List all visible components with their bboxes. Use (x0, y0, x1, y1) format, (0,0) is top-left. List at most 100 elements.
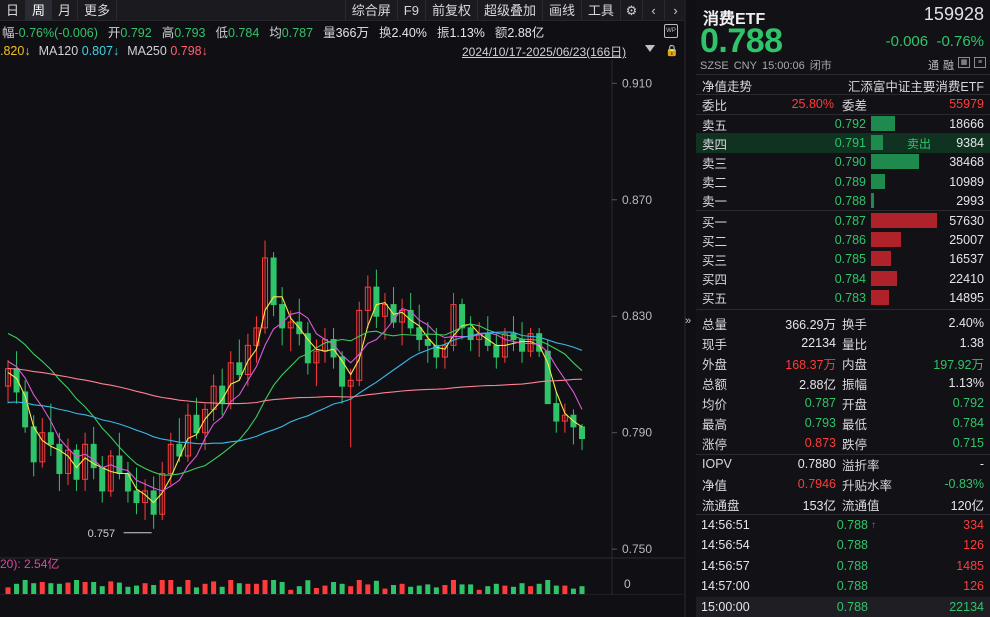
stat-value: 1.38 (960, 336, 984, 350)
sell-order-row[interactable]: 卖二0.78910989 (696, 172, 990, 192)
tick-time: 14:57:00 (701, 579, 750, 593)
order-level-label: 买二 (702, 231, 727, 250)
toolbar-button-4[interactable]: 画线 (542, 0, 581, 21)
quote-item: 量366万 (323, 22, 369, 40)
candle-body (468, 328, 473, 340)
sell-order-row[interactable]: 卖五0.79218666 (696, 114, 990, 134)
volume-bar (117, 583, 122, 594)
stat-row: 外盘168.37万内盘197.92万 (696, 353, 990, 373)
candle-body (134, 491, 139, 503)
order-level-label: 买五 (702, 288, 727, 307)
candle-body (237, 363, 242, 375)
toolbar-button-5[interactable]: 工具 (581, 0, 620, 21)
date-range-dropdown-icon[interactable] (645, 45, 655, 52)
quote-item: 换2.40% (379, 22, 427, 40)
volume-bar (391, 585, 396, 594)
stat-row: 总额2.88亿振幅1.13% (696, 373, 990, 393)
stat-value: 2.40% (949, 316, 984, 330)
divider (696, 309, 990, 310)
volume-bar (125, 587, 130, 594)
order-quantity: 57630 (949, 214, 984, 228)
order-level-label: 卖三 (702, 153, 727, 172)
quote-item: 均0.787 (269, 22, 313, 40)
ma-legend-label: MA120 (39, 44, 82, 58)
volume-bar (400, 584, 405, 594)
candle-body (460, 305, 465, 328)
date-range-selector[interactable]: 2024/10/17-2025/06/23(166日) (462, 43, 626, 60)
buy-order-row[interactable]: 买三0.78516537 (696, 249, 990, 269)
volume-bar (485, 586, 490, 594)
expand-panel-icon[interactable]: » (685, 315, 691, 327)
stat-label: 振幅 (842, 374, 867, 393)
candle-body (554, 404, 559, 421)
toolbar-buttons: 综合屏F9前复权超级叠加画线工具⚙‹› (345, 0, 686, 21)
quote-item-label: 幅 (2, 26, 15, 40)
menu-icon[interactable]: ≡ (974, 57, 986, 68)
stat-label: 流通盘 (702, 495, 740, 514)
buy-order-row[interactable]: 买四0.78422410 (696, 269, 990, 289)
volume-bar (108, 581, 113, 594)
chevron-left-icon[interactable]: ‹ (642, 0, 664, 21)
weibi-label: 委比 (702, 95, 727, 114)
volume-bar (408, 587, 413, 594)
nav-trend-label[interactable]: 净值走势 (702, 76, 752, 95)
volume-bar (562, 586, 567, 594)
volume-bar (288, 590, 293, 594)
tab-period-3[interactable]: 更多 (78, 0, 117, 21)
buy-order-row[interactable]: 买二0.78625007 (696, 230, 990, 250)
volume-bar (263, 580, 268, 594)
volume-bar (48, 583, 53, 594)
ma250-line (8, 369, 582, 404)
stat-row: 总量366.29万换手2.40% (696, 313, 990, 333)
toolbar-button-1[interactable]: F9 (397, 0, 425, 21)
price-axis-label: 0.750 (622, 542, 652, 556)
order-volume-bar (871, 154, 919, 169)
order-level-label: 买一 (702, 212, 727, 231)
toolbar-button-2[interactable]: 前复权 (425, 0, 477, 21)
toolbar-button-0[interactable]: 综合屏 (345, 0, 397, 21)
flag-rong: 融 (943, 57, 954, 73)
volume-bar (91, 582, 96, 594)
sell-order-row[interactable]: 卖三0.79038468 (696, 152, 990, 172)
sell-order-row[interactable]: 卖四0.791卖出9384 (696, 133, 990, 153)
order-level-label: 买三 (702, 250, 727, 269)
sell-order-row[interactable]: 卖一0.7882993 (696, 191, 990, 211)
chevron-right-icon[interactable]: › (664, 0, 686, 21)
market-meta: SZSECNY15:00:06闭市 (700, 57, 837, 73)
tab-period-0[interactable]: 日 (0, 0, 26, 21)
calendar-icon[interactable]: ▦ (958, 57, 970, 68)
order-volume-bar (871, 251, 891, 266)
candlestick-chart[interactable]: 0.9100.8700.8300.7900.7500.75725-0125-02… (0, 60, 684, 595)
chart-toolbar: 日周月更多 综合屏F9前复权超级叠加画线工具⚙‹› (0, 0, 686, 21)
buy-order-row[interactable]: 买五0.78314895 (696, 288, 990, 308)
toolbar-button-3[interactable]: 超级叠加 (477, 0, 542, 21)
wp-icon[interactable]: WP (664, 24, 678, 38)
quote-item-value: 2.40% (391, 26, 426, 40)
order-volume-bar (871, 232, 901, 247)
tab-period-1[interactable]: 周 (26, 0, 52, 21)
ma-legend-item: .820↓ (0, 44, 31, 58)
nav-row[interactable]: 净值走势 汇添富中证主要消费ETF (696, 75, 990, 95)
stat-value: 168.37万 (785, 354, 836, 373)
tick-row: 14:56:570.7881485 (696, 556, 990, 576)
sell-tag[interactable]: 卖出 (907, 135, 931, 152)
order-level-label: 买四 (702, 269, 727, 288)
stat-label: 升贴水率 (842, 475, 892, 494)
volume-bar (365, 584, 370, 594)
order-volume-bar (871, 135, 883, 150)
tab-period-2[interactable]: 月 (52, 0, 78, 21)
buy-order-row[interactable]: 买一0.78757630 (696, 211, 990, 231)
candle-body (305, 334, 310, 363)
lock-icon[interactable]: 🔒 (665, 44, 677, 56)
chart-area[interactable]: 日周月更多 综合屏F9前复权超级叠加画线工具⚙‹› 幅-0.76%(-0.006… (0, 0, 686, 617)
tick-volume: 126 (963, 579, 984, 593)
stat-value: 0.792 (953, 396, 984, 410)
price-axis-label: 0.830 (622, 309, 652, 323)
stat-value: 0.784 (953, 416, 984, 430)
exchange: SZSE (700, 60, 729, 72)
panel-separator[interactable] (684, 0, 686, 617)
order-quantity: 16537 (949, 252, 984, 266)
gear-icon[interactable]: ⚙ (620, 0, 642, 21)
stat-value: 0.873 (805, 436, 836, 450)
volume-bar (537, 584, 542, 594)
